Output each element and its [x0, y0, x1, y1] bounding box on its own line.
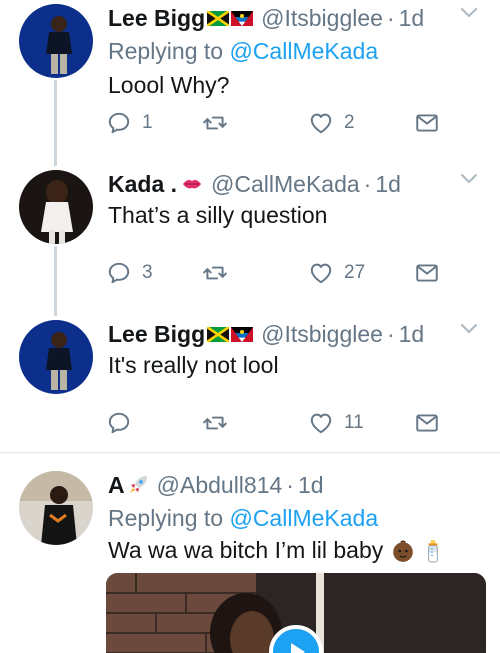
tweet-header: Lee Bigg @Itsbigglee · 1d	[108, 2, 424, 34]
mention-link[interactable]: @CallMeKada	[229, 505, 378, 531]
tweet-2[interactable]: Kada . @CallMeKada · 1d That’s a silly q…	[0, 156, 500, 306]
handle[interactable]: @Abdull814	[157, 472, 283, 499]
timestamp[interactable]: 1d	[399, 321, 425, 348]
like-count: 11	[344, 412, 364, 433]
handle[interactable]: @Itsbigglee	[261, 5, 383, 32]
replying-prefix: Replying to	[108, 38, 230, 64]
thread-line	[54, 156, 57, 166]
baby-icon	[393, 539, 414, 562]
retweet-icon	[202, 260, 228, 286]
tweet-header: Lee Bigg @Itsbigglee · 1d	[108, 318, 424, 350]
display-name[interactable]: Lee Bigg	[108, 5, 205, 32]
tweet-actions: 1 2	[106, 110, 446, 140]
tweet-text-content: Wa wa wa bitch I’m lil baby	[108, 537, 384, 563]
like-count: 2	[344, 112, 355, 133]
tweet-text: Loool Why?	[108, 72, 230, 98]
tweet-text: Wa wa wa bitch I’m lil baby	[108, 537, 445, 564]
avatar[interactable]	[19, 320, 93, 394]
share-button[interactable]	[414, 110, 440, 136]
antigua-flag-icon	[231, 327, 253, 342]
reply-count: 1	[142, 112, 153, 133]
tweet-4[interactable]: A @Abdull814 · 1d Replying to @CallMeKad…	[0, 453, 500, 653]
heart-icon	[308, 260, 334, 286]
avatar[interactable]	[19, 471, 93, 545]
tweet-1[interactable]: Lee Bigg @Itsbigglee · 1d Replying to @C…	[0, 0, 500, 156]
heart-icon	[308, 410, 334, 436]
timestamp[interactable]: 1d	[399, 5, 425, 32]
tweet-header: Kada . @CallMeKada · 1d	[108, 168, 401, 200]
play-icon	[291, 643, 305, 653]
tweet-3[interactable]: Lee Bigg @Itsbigglee · 1d It's really no…	[0, 306, 500, 452]
separator: ·	[386, 4, 395, 31]
play-button[interactable]	[269, 625, 323, 653]
like-count: 27	[344, 262, 366, 283]
baby-bottle-icon	[428, 539, 439, 562]
kiss-icon	[183, 180, 202, 189]
tweet-text: It's really not lool	[108, 352, 279, 378]
timestamp[interactable]: 1d	[375, 171, 401, 198]
replying-to: Replying to @CallMeKada	[108, 505, 378, 532]
tweet-header: A @Abdull814 · 1d	[108, 469, 324, 501]
chevron-down-icon[interactable]	[460, 322, 478, 336]
like-button[interactable]: 2	[308, 110, 355, 136]
video-thumbnail[interactable]	[106, 573, 486, 653]
reply-icon	[106, 410, 132, 436]
replying-to: Replying to @CallMeKada	[108, 38, 378, 65]
share-icon	[414, 110, 440, 136]
separator: ·	[386, 320, 395, 347]
jamaica-flag-icon	[207, 327, 229, 342]
separator: ·	[363, 170, 372, 197]
handle[interactable]: @CallMeKada	[211, 171, 360, 198]
display-name[interactable]: Kada .	[108, 171, 177, 198]
avatar[interactable]	[19, 170, 93, 244]
jamaica-flag-icon	[207, 11, 229, 26]
rocket-icon	[129, 476, 147, 493]
like-button[interactable]: 11	[308, 410, 364, 436]
chevron-down-icon[interactable]	[460, 6, 478, 20]
share-button[interactable]	[414, 410, 440, 436]
retweet-icon	[202, 410, 228, 436]
retweet-icon	[202, 110, 228, 136]
reply-button[interactable]	[106, 410, 142, 436]
tweet-actions: 11	[106, 410, 446, 440]
chevron-down-icon[interactable]	[460, 172, 478, 186]
display-name[interactable]: A	[108, 472, 125, 499]
reply-icon	[106, 110, 132, 136]
reply-button[interactable]: 3	[106, 260, 153, 286]
thread-line	[54, 306, 57, 316]
separator: ·	[286, 471, 294, 498]
tweet-actions: 3 27	[106, 260, 446, 290]
share-icon	[414, 410, 440, 436]
share-button[interactable]	[414, 260, 440, 286]
tweet-text: That’s a silly question	[108, 202, 328, 228]
antigua-flag-icon	[231, 11, 253, 26]
reply-count: 3	[142, 262, 153, 283]
retweet-button[interactable]	[202, 410, 238, 436]
thread-line	[54, 80, 57, 156]
replying-prefix: Replying to	[108, 505, 230, 531]
retweet-button[interactable]	[202, 260, 238, 286]
display-name[interactable]: Lee Bigg	[108, 321, 205, 348]
timestamp[interactable]: 1d	[298, 472, 324, 499]
thread-line	[54, 246, 57, 306]
heart-icon	[308, 110, 334, 136]
avatar[interactable]	[19, 4, 93, 78]
mention-link[interactable]: @CallMeKada	[229, 38, 378, 64]
share-icon	[414, 260, 440, 286]
reply-button[interactable]: 1	[106, 110, 153, 136]
retweet-button[interactable]	[202, 110, 238, 136]
like-button[interactable]: 27	[308, 260, 365, 286]
handle[interactable]: @Itsbigglee	[261, 321, 383, 348]
reply-icon	[106, 260, 132, 286]
